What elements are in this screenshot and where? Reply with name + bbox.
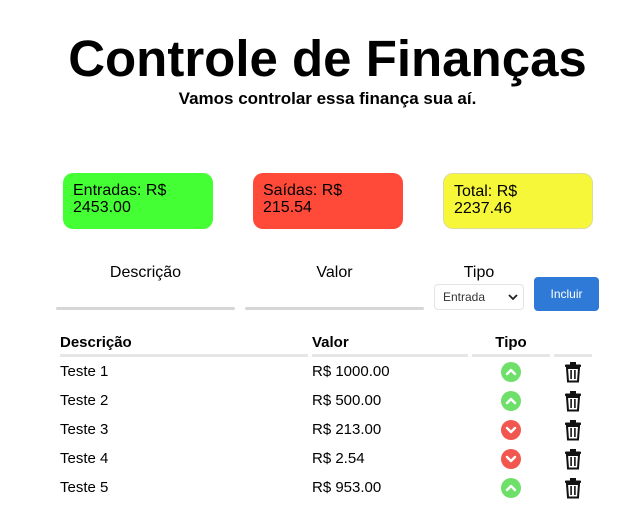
row-description: Teste 4	[60, 450, 109, 467]
chevron-down-icon	[501, 420, 521, 440]
chevron-down-icon	[508, 294, 518, 301]
trash-icon[interactable]	[563, 361, 583, 383]
expense-label: Saídas: R$	[263, 182, 343, 199]
expense-value: 215.54	[263, 199, 312, 216]
type-label: Tipo	[463, 264, 495, 281]
trash-icon[interactable]	[563, 448, 583, 470]
trash-icon[interactable]	[563, 419, 583, 441]
expense-card: Saídas: R$ 215.54	[253, 173, 403, 229]
value-input[interactable]	[245, 307, 424, 310]
total-card: Total: R$ 2237.46	[443, 173, 593, 229]
value-field[interactable]: Valor	[245, 262, 424, 310]
chevron-up-icon	[501, 391, 521, 411]
description-field[interactable]: Descrição	[56, 262, 235, 310]
page-subtitle: Vamos controlar essa finança sua aí.	[178, 89, 477, 108]
table-row: Teste 5 R$ 953.00	[60, 473, 592, 502]
total-value: 2237.46	[454, 200, 512, 217]
row-description: Teste 5	[60, 479, 109, 496]
value-label: Valor	[316, 264, 353, 281]
header-actions	[554, 330, 592, 357]
table-row: Teste 1 R$ 1000.00	[60, 357, 592, 386]
table-row: Teste 4 R$ 2.54	[60, 444, 592, 473]
row-value: R$ 2.54	[312, 450, 365, 467]
description-input[interactable]	[56, 307, 235, 310]
description-label: Descrição	[109, 264, 182, 281]
table-row: Teste 2 R$ 500.00	[60, 386, 592, 415]
include-button[interactable]: Incluir	[534, 277, 599, 311]
row-value: R$ 500.00	[312, 392, 382, 409]
income-value: 2453.00	[73, 199, 131, 216]
type-select-value: Entrada	[443, 290, 486, 304]
row-description: Teste 2	[60, 392, 109, 409]
chevron-down-icon	[501, 449, 521, 469]
table-header-row: Descrição Valor Tipo	[60, 330, 592, 357]
total-label: Total: R$	[454, 183, 518, 200]
row-value: R$ 213.00	[312, 421, 382, 438]
row-description: Teste 3	[60, 421, 109, 438]
type-field: Tipo Entrada	[434, 262, 524, 310]
transactions-table: Descrição Valor Tipo Teste 1 R$ 1000.00 Te…	[56, 330, 596, 502]
header-type: Tipo	[472, 330, 550, 357]
income-label: Entradas: R$	[73, 182, 167, 199]
row-value: R$ 1000.00	[312, 363, 390, 380]
chevron-up-icon	[501, 478, 521, 498]
chevron-up-icon	[501, 362, 521, 382]
trash-icon[interactable]	[563, 477, 583, 499]
type-select[interactable]: Entrada	[434, 284, 524, 310]
header-value: Valor	[312, 330, 468, 357]
table-row: Teste 3 R$ 213.00	[60, 415, 592, 444]
row-description: Teste 1	[60, 363, 109, 380]
page-title: Controle de Finanças	[68, 30, 587, 87]
header-description: Descrição	[60, 330, 308, 357]
trash-icon[interactable]	[563, 390, 583, 412]
row-value: R$ 953.00	[312, 479, 382, 496]
income-card: Entradas: R$ 2453.00	[63, 173, 213, 229]
